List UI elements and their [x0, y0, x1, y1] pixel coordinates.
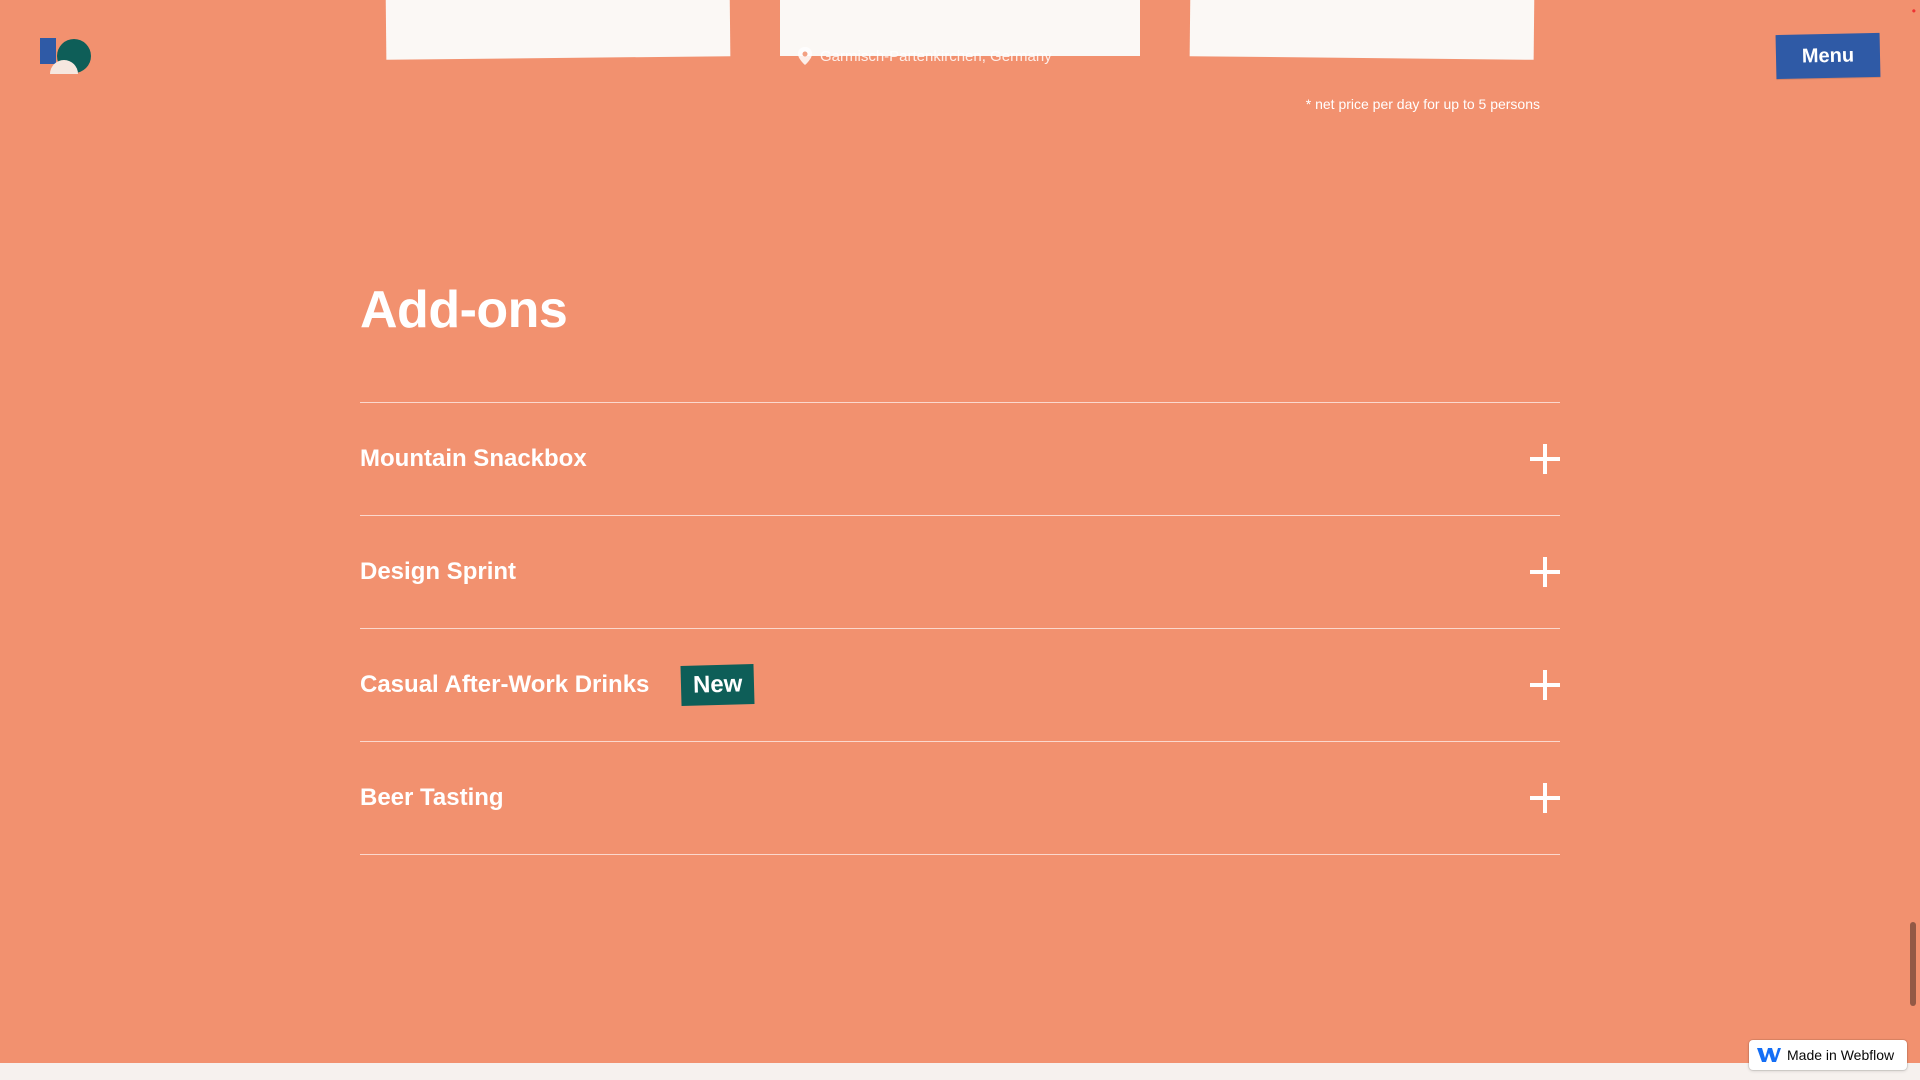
addon-title: Mountain Snackbox: [360, 445, 587, 472]
price-footnote: * net price per day for up to 5 persons: [1305, 96, 1540, 112]
brand-logo[interactable]: [40, 38, 92, 74]
made-in-webflow-badge[interactable]: Made in Webflow: [1749, 1040, 1907, 1070]
venue-card-3[interactable]: [1189, 0, 1535, 60]
corner-marker-icon: •: [1911, 4, 1916, 18]
addon-item-beer-tasting[interactable]: Beer Tasting: [360, 742, 1560, 855]
plus-icon[interactable]: [1530, 783, 1560, 813]
addon-title: Design Sprint: [360, 558, 517, 585]
venue-card-1[interactable]: [385, 0, 731, 60]
scrollbar-thumb[interactable]: [1910, 922, 1916, 1006]
plus-icon[interactable]: [1530, 557, 1560, 587]
location-text: Garmisch-Partenkirchen, Germany: [820, 47, 1052, 65]
page: Garmisch-Partenkirchen, Germany * net pr…: [0, 0, 1920, 1063]
menu-button[interactable]: Menu: [1775, 32, 1881, 80]
addon-item-design-sprint[interactable]: Design Sprint: [360, 516, 1560, 629]
addons-accordion: Mountain Snackbox Design Sprint Casual A…: [360, 402, 1560, 855]
new-badge: New: [680, 664, 756, 706]
venue-location: Garmisch-Partenkirchen, Germany: [798, 47, 1052, 65]
webflow-label: Made in Webflow: [1787, 1047, 1895, 1063]
addon-item-mountain-snackbox[interactable]: Mountain Snackbox: [360, 403, 1560, 516]
addon-title: Casual After-Work Drinks: [360, 671, 650, 698]
webflow-icon: [1757, 1048, 1781, 1062]
addons-heading: Add-ons: [360, 281, 568, 339]
bottom-strip: [0, 1063, 1920, 1080]
plus-icon[interactable]: [1530, 444, 1560, 474]
addon-title: Beer Tasting: [360, 784, 504, 811]
map-pin-icon: [798, 47, 812, 65]
addon-item-after-work-drinks[interactable]: Casual After-Work Drinks New: [360, 629, 1560, 742]
plus-icon[interactable]: [1530, 670, 1560, 700]
